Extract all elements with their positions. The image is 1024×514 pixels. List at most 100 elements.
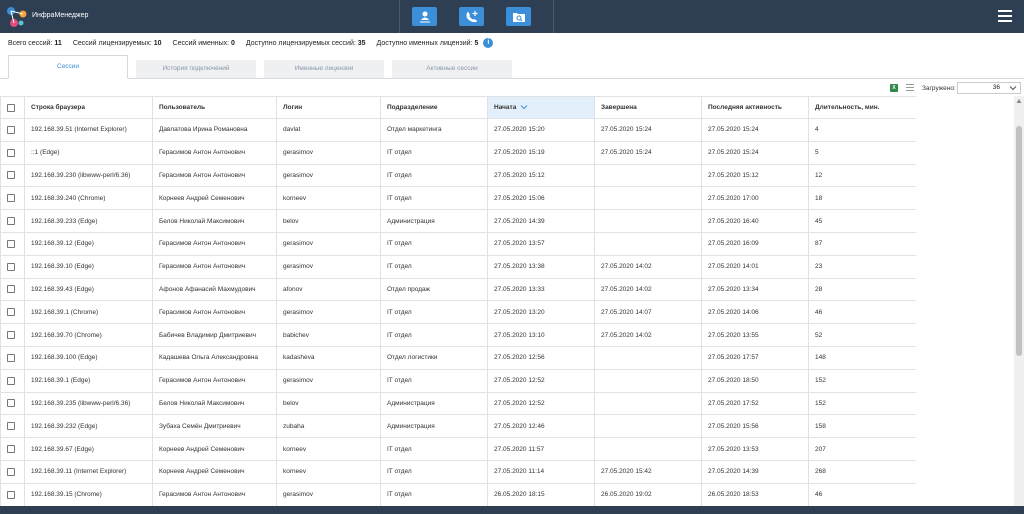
- info-icon[interactable]: i: [483, 38, 494, 48]
- table-row[interactable]: 192.168.39.1 (Edge) Герасимов Антон Антон…: [0, 368, 916, 393]
- cell-login: korneev: [276, 437, 381, 461]
- tab-sessions[interactable]: Сессии: [8, 55, 128, 79]
- cell-department: IT отдел: [380, 323, 488, 347]
- cell-duration: 46: [808, 300, 916, 325]
- table-row[interactable]: 192.168.39.12 (Edge) Герасимов Антон Анто…: [0, 231, 916, 256]
- row-checkbox[interactable]: [7, 422, 15, 431]
- cell-last-activity: 26.05.2020 18:53: [701, 482, 809, 506]
- cell-duration: 268: [808, 459, 916, 484]
- row-checkbox[interactable]: [7, 148, 15, 157]
- table-row[interactable]: 192.168.39.1 (Chrome) Герасимов Антон Ант…: [0, 300, 916, 325]
- table-row[interactable]: 192.168.39.240 (Chrome) Корнеев Андрей Се…: [0, 186, 916, 211]
- row-select-cell: [0, 118, 25, 142]
- cell-login: zubaha: [276, 414, 381, 439]
- table-row[interactable]: 192.168.39.43 (Edge) Афонов Афанасий Махм…: [0, 277, 916, 302]
- row-checkbox[interactable]: [7, 239, 15, 248]
- cell-duration: 46: [808, 482, 916, 506]
- row-select-cell: [0, 277, 25, 302]
- phone-add-icon: [466, 10, 477, 22]
- cell-duration: 152: [808, 368, 916, 393]
- select-all-checkbox[interactable]: [7, 103, 15, 112]
- col-department[interactable]: Подразделение: [380, 96, 488, 119]
- cell-user: Зубаха Семён Дмитриевич: [152, 414, 277, 439]
- table-row[interactable]: 192.168.39.233 (Edge) Белов Николай Макси…: [0, 209, 916, 233]
- row-checkbox[interactable]: [7, 125, 15, 134]
- cell-login: gerasimov: [276, 231, 381, 256]
- scrollbar-thumb[interactable]: [1016, 126, 1022, 356]
- col-ended[interactable]: Завершена: [594, 96, 702, 119]
- folder-search-button[interactable]: [506, 7, 531, 26]
- row-checkbox[interactable]: [7, 308, 15, 317]
- cell-login: afonov: [276, 277, 381, 302]
- vertical-scrollbar[interactable]: [1014, 96, 1024, 506]
- tab-named-licenses[interactable]: Именные лицензии: [264, 60, 384, 79]
- users-button[interactable]: [412, 7, 437, 26]
- col-user[interactable]: Пользователь: [152, 96, 277, 119]
- row-checkbox[interactable]: [7, 285, 15, 294]
- row-checkbox[interactable]: [7, 262, 15, 271]
- row-checkbox[interactable]: [7, 490, 15, 499]
- col-login[interactable]: Логин: [276, 96, 381, 119]
- table-row[interactable]: ::1 (Edge) Герасимов Антон Антонович geras…: [0, 140, 916, 165]
- scroll-up-icon[interactable]: [1016, 98, 1022, 104]
- col-last-activity[interactable]: Последняя активность: [701, 96, 809, 119]
- cell-user: Кадашева Ольга Александровна: [152, 345, 277, 370]
- cell-department: Отдел продаж: [380, 277, 488, 302]
- row-checkbox[interactable]: [7, 376, 15, 385]
- tabs-divider: [0, 78, 1024, 79]
- cell-ended: [594, 345, 702, 370]
- table-row[interactable]: 192.168.39.100 (Edge) Кадашева Ольга Алек…: [0, 345, 916, 370]
- cell-ended: 27.05.2020 14:02: [594, 254, 702, 279]
- row-checkbox[interactable]: [7, 353, 15, 362]
- table-row[interactable]: 192.168.39.70 (Chrome) Бабичев Владимир Д…: [0, 323, 916, 347]
- row-checkbox[interactable]: [7, 217, 15, 226]
- cell-browser: 192.168.39.235 (libwww-perl/6.36): [24, 391, 153, 416]
- cell-last-activity: 27.05.2020 15:24: [701, 118, 809, 142]
- cell-browser: 192.168.39.51 (Internet Explorer): [24, 118, 153, 142]
- cell-ended: 27.05.2020 14:02: [594, 323, 702, 347]
- row-select-cell: [0, 163, 25, 188]
- hamburger-menu-icon[interactable]: [998, 10, 1012, 22]
- cell-duration: 18: [808, 186, 916, 211]
- row-select-cell: [0, 482, 25, 506]
- table-row[interactable]: 192.168.39.67 (Edge) Корнеев Андрей Семен…: [0, 437, 916, 461]
- cell-started: 27.05.2020 13:57: [487, 231, 595, 256]
- row-checkbox[interactable]: [7, 445, 15, 454]
- cell-login: kadasheva: [276, 345, 381, 370]
- col-started[interactable]: Начата: [487, 96, 595, 119]
- table-row[interactable]: 192.168.39.11 (Internet Explorer) Корнеев…: [0, 459, 916, 484]
- row-checkbox[interactable]: [7, 171, 15, 180]
- excel-export-icon[interactable]: X: [890, 84, 898, 92]
- cell-browser: 192.168.39.67 (Edge): [24, 437, 153, 461]
- row-checkbox[interactable]: [7, 194, 15, 203]
- table-row[interactable]: 192.168.39.230 (libwww-perl/6.36) Герасим…: [0, 163, 916, 188]
- cell-department: IT отдел: [380, 231, 488, 256]
- loaded-count-select[interactable]: 36: [957, 82, 1021, 94]
- tab-connection-history[interactable]: История подключений: [136, 60, 256, 79]
- col-browser[interactable]: Строка браузера: [24, 96, 153, 119]
- network-logo-icon[interactable]: [5, 5, 29, 29]
- row-select-cell: [0, 459, 25, 484]
- columns-settings-icon[interactable]: [906, 84, 914, 92]
- cell-ended: 26.05.2020 19:02: [594, 482, 702, 506]
- cell-login: gerasimov: [276, 254, 381, 279]
- cell-ended: [594, 231, 702, 256]
- row-checkbox[interactable]: [7, 467, 15, 476]
- row-select-cell: [0, 300, 25, 325]
- table-toolbar: X Загружено:: [0, 82, 1024, 94]
- cell-duration: 23: [808, 254, 916, 279]
- table-row[interactable]: 192.168.39.15 (Chrome) Герасимов Антон Ан…: [0, 482, 916, 506]
- table-row[interactable]: 192.168.39.10 (Edge) Герасимов Антон Анто…: [0, 254, 916, 279]
- cell-started: 26.05.2020 18:15: [487, 482, 595, 506]
- cell-ended: [594, 209, 702, 233]
- table-row[interactable]: 192.168.39.232 (Edge) Зубаха Семён Дмитри…: [0, 414, 916, 439]
- cell-user: Герасимов Антон Антонович: [152, 482, 277, 506]
- stat-licensed: Сессий лицензируемых: 10: [72, 39, 162, 47]
- tab-active-sessions[interactable]: Активные сессии: [392, 60, 512, 79]
- calls-button[interactable]: [459, 7, 484, 26]
- row-checkbox[interactable]: [7, 331, 15, 340]
- row-checkbox[interactable]: [7, 399, 15, 408]
- col-duration[interactable]: Длительность, мин.: [808, 96, 916, 119]
- table-row[interactable]: 192.168.39.235 (libwww-perl/6.36) Белов Н…: [0, 391, 916, 416]
- table-row[interactable]: 192.168.39.51 (Internet Explorer) Давлато…: [0, 118, 916, 142]
